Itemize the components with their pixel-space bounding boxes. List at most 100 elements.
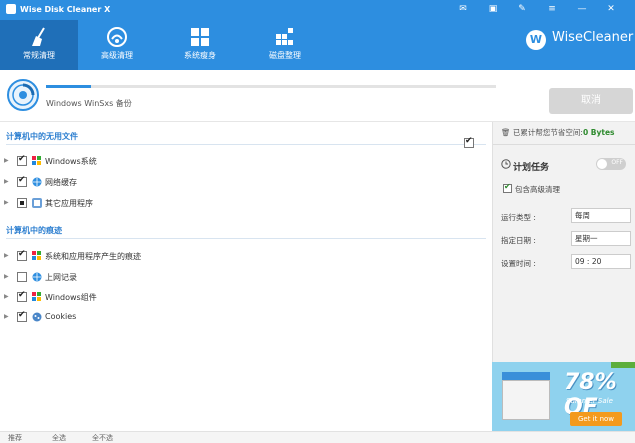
item-label: Windows系统: [45, 157, 97, 166]
item-label: 网络缓存: [45, 178, 77, 187]
expand-arrow-icon[interactable]: ▶: [4, 157, 9, 164]
close-button[interactable]: ✕: [604, 3, 618, 15]
include-advanced-label: 包含高级清理: [515, 185, 560, 194]
get-it-now-button[interactable]: Get it now: [570, 412, 622, 426]
title-bar: Wise Disk Cleaner X ✉ ▣ ✎ ≡ — ✕: [0, 0, 635, 20]
day-select[interactable]: 星期一: [571, 231, 631, 246]
scan-status-text: Windows WinSxs 备份: [46, 99, 132, 108]
windows-icon: [191, 28, 209, 46]
expand-arrow-icon[interactable]: ▶: [4, 273, 9, 280]
windows-icon: [32, 251, 41, 260]
broom-icon: [32, 27, 45, 46]
select-none-link[interactable]: 全不选: [92, 433, 113, 443]
select-all-link[interactable]: 全选: [52, 433, 66, 443]
progress-bar: [46, 85, 496, 88]
app-title-text: Wise Disk Cleaner X: [20, 5, 111, 14]
tools-icon[interactable]: ✎: [515, 3, 529, 15]
item-label: Windows组件: [45, 293, 97, 302]
promo-banner[interactable]: 78% OF Summer Sale Get it now: [492, 362, 635, 432]
item-label: 其它应用程序: [45, 199, 93, 208]
item-checkbox[interactable]: [17, 310, 27, 322]
bottom-bar: 推荐 全选 全不选: [0, 431, 635, 443]
brand: W WiseCleaner: [526, 30, 635, 52]
item-checkbox[interactable]: [17, 198, 27, 208]
section-header-junk: 计算机中的无用文件: [6, 132, 78, 141]
item-checkbox[interactable]: [17, 272, 27, 282]
saved-prefix: 已累计帮您节省空间:: [512, 128, 583, 137]
tab-label: 磁盘整理: [269, 51, 301, 60]
defrag-icon: [276, 28, 293, 45]
list-item: ▶ 系统和应用程序产生的痕迹: [0, 249, 492, 265]
toggle-label: OFF: [611, 159, 623, 166]
scan-spinner-icon: [7, 79, 39, 111]
section-select-all-checkbox[interactable]: [464, 136, 474, 148]
globe-icon: [32, 272, 42, 282]
clean-items-list: 计算机中的无用文件 ▶ Windows系统 ▶ 网络缓存 ▶ 其它应用程序 计算…: [0, 122, 492, 430]
tab-label: 常规清理: [23, 51, 55, 60]
app-logo-icon: [6, 4, 16, 14]
brand-name: WiseCleaner: [552, 30, 634, 45]
recommend-link[interactable]: 推荐: [8, 433, 22, 443]
toggle-knob: [597, 159, 607, 169]
item-label: 系统和应用程序产生的痕迹: [45, 252, 141, 261]
run-type-select[interactable]: 每周: [571, 208, 631, 223]
schedule-toggle[interactable]: OFF: [596, 158, 626, 170]
list-item: ▶ 其它应用程序: [0, 196, 492, 212]
clock-icon: [501, 159, 511, 169]
run-type-label: 运行类型 :: [501, 213, 536, 222]
day-label: 指定日期 :: [501, 236, 536, 245]
divider: [6, 144, 486, 145]
expand-arrow-icon[interactable]: ▶: [4, 252, 9, 259]
progress-fill: [46, 85, 91, 88]
item-checkbox[interactable]: [17, 249, 27, 261]
trash-icon: 🗑: [501, 128, 511, 137]
globe-icon: [32, 177, 42, 187]
time-label: 设置时间 :: [501, 259, 536, 268]
saved-space-text: 🗑 已累计帮您节省空间:0 Bytes: [501, 127, 615, 138]
section-toggle-row: [0, 136, 492, 148]
expand-arrow-icon[interactable]: ▶: [4, 178, 9, 185]
list-item: ▶ Cookies: [0, 310, 492, 326]
promo-subtitle: Summer Sale: [566, 397, 613, 405]
expand-arrow-icon[interactable]: ▶: [4, 199, 9, 206]
scan-progress-area: Windows WinSxs 备份 取消: [0, 70, 635, 122]
tab-advanced-clean[interactable]: 高级清理: [78, 20, 156, 70]
section-header-traces: 计算机中的痕迹: [6, 226, 62, 235]
cancel-button[interactable]: 取消: [549, 88, 633, 114]
minimize-button[interactable]: —: [575, 3, 589, 15]
include-advanced-checkbox[interactable]: [503, 182, 512, 193]
brand-logo-icon: W: [526, 30, 546, 50]
app-title: Wise Disk Cleaner X: [6, 4, 110, 14]
tab-label: 高级清理: [101, 51, 133, 60]
mail-icon[interactable]: ✉: [456, 3, 470, 15]
list-item: ▶ 上网记录: [0, 270, 492, 286]
divider: [6, 238, 486, 239]
time-input[interactable]: 09 : 20: [571, 254, 631, 269]
expand-arrow-icon[interactable]: ▶: [4, 313, 9, 320]
tab-label: 系统瘦身: [184, 51, 216, 60]
wifi-clean-icon: [107, 27, 127, 47]
list-item: ▶ Windows组件: [0, 290, 492, 306]
item-label: Cookies: [45, 312, 77, 321]
saved-value: 0 Bytes: [582, 128, 615, 137]
skin-icon[interactable]: ▣: [486, 3, 500, 15]
product-box-image: [502, 380, 550, 420]
item-checkbox[interactable]: [17, 154, 27, 166]
item-label: 上网记录: [45, 273, 77, 282]
list-item: ▶ 网络缓存: [0, 175, 492, 191]
item-checkbox[interactable]: [17, 290, 27, 302]
schedule-title: 计划任务: [513, 163, 550, 173]
cookie-icon: [32, 312, 42, 322]
tab-disk-defrag[interactable]: 磁盘整理: [246, 20, 324, 70]
item-checkbox[interactable]: [17, 175, 27, 187]
windows-icon: [32, 292, 41, 301]
apps-icon: [32, 198, 42, 208]
list-item: ▶ Windows系统: [0, 154, 492, 170]
promo-ribbon: [611, 362, 635, 368]
tab-regular-clean[interactable]: 常规清理: [0, 20, 78, 70]
expand-arrow-icon[interactable]: ▶: [4, 293, 9, 300]
header-bar: Wise Disk Cleaner X ✉ ▣ ✎ ≡ — ✕ 常规清理 高级清…: [0, 0, 635, 70]
tab-system-slim[interactable]: 系统瘦身: [161, 20, 239, 70]
divider: [493, 144, 635, 145]
menu-icon[interactable]: ≡: [545, 3, 559, 15]
